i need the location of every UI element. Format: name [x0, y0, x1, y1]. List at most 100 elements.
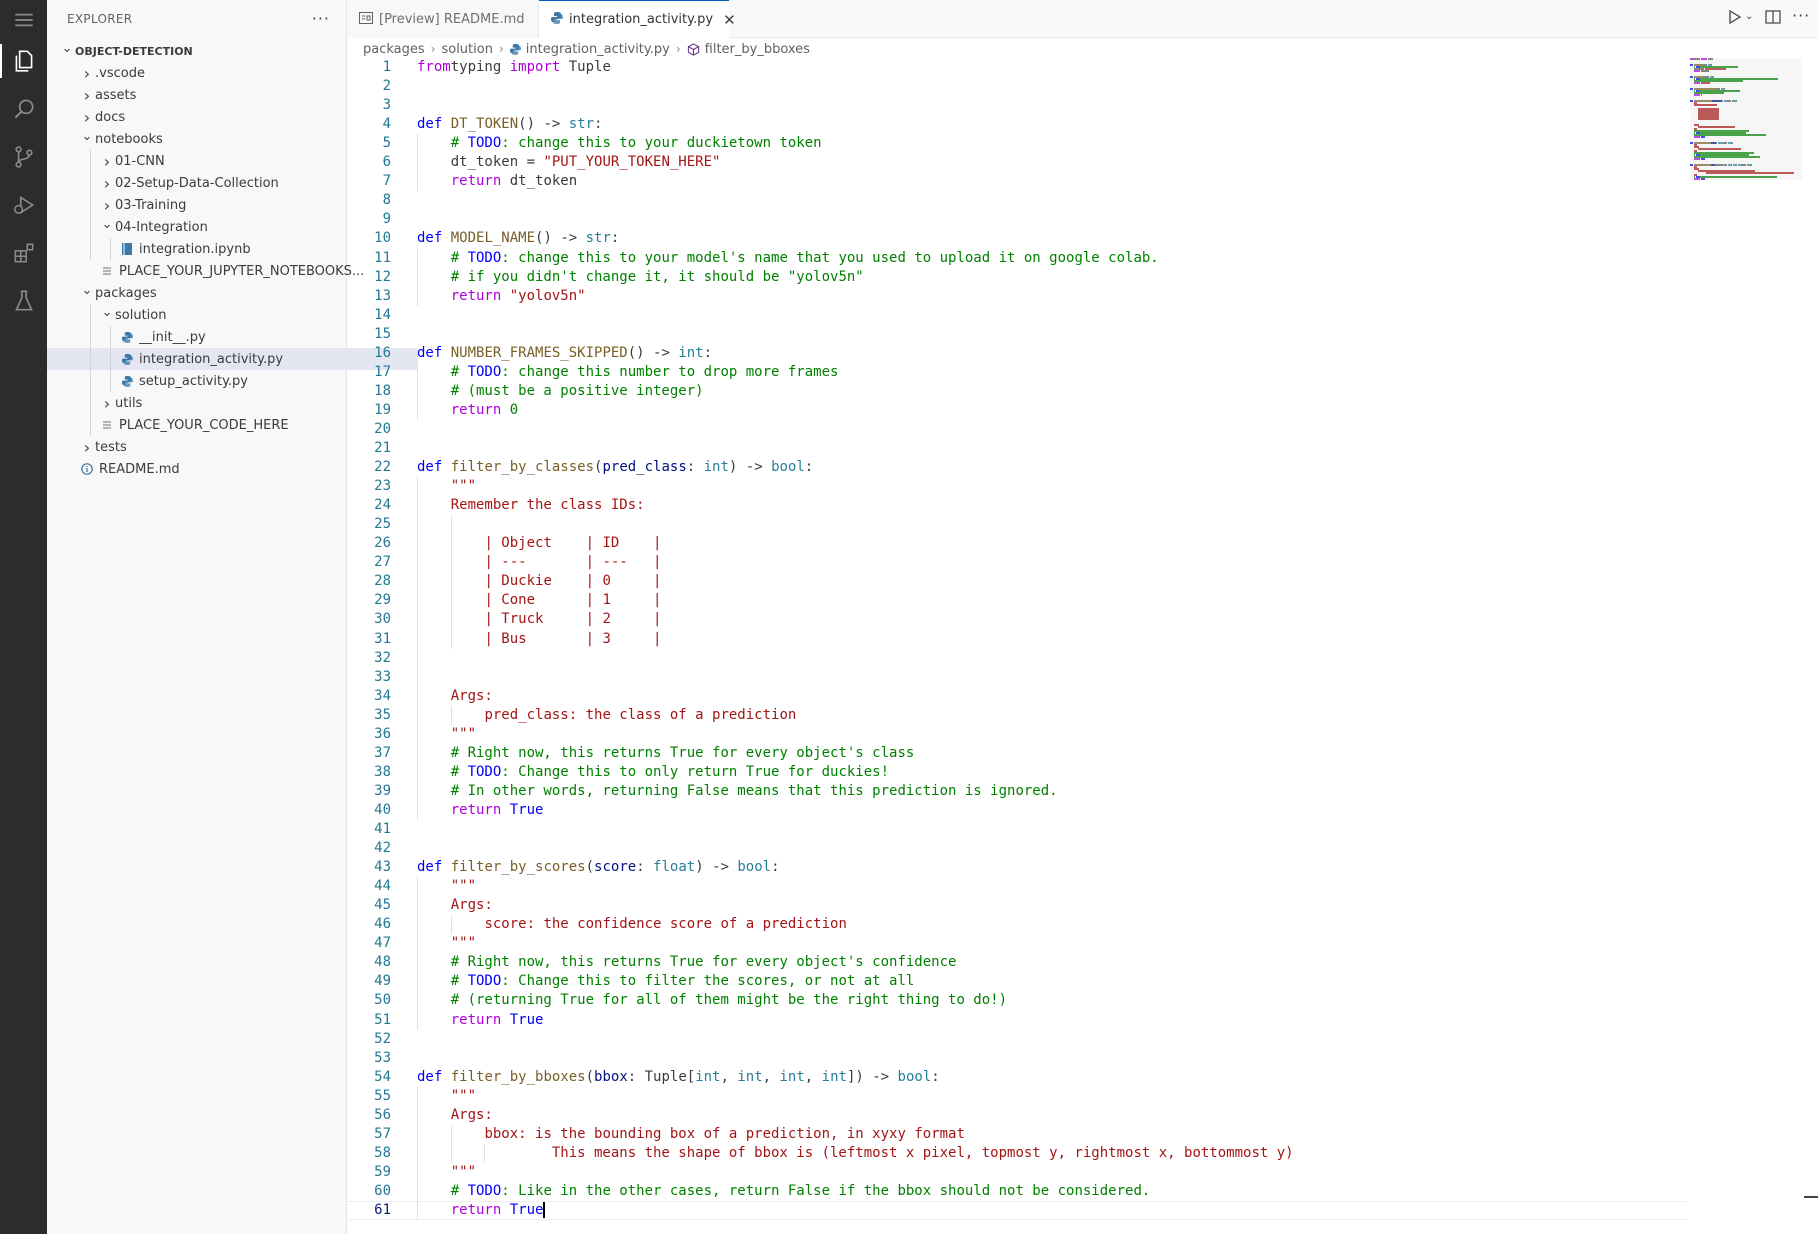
code-line[interactable]: 36 """: [347, 725, 1687, 744]
code-line[interactable]: 15: [347, 325, 1687, 344]
code-line[interactable]: 55 """: [347, 1087, 1687, 1106]
extensions-icon[interactable]: [0, 230, 47, 276]
code-line[interactable]: 22 def filter_by_classes(pred_class: int)…: [347, 458, 1687, 477]
code-line[interactable]: 51 return True: [347, 1011, 1687, 1030]
code-line[interactable]: 40 return True: [347, 801, 1687, 820]
code-line[interactable]: 47 """: [347, 934, 1687, 953]
source-control-icon[interactable]: [0, 134, 47, 180]
tree-folder[interactable]: › utils: [47, 392, 398, 414]
more-actions-icon[interactable]: ···: [1792, 6, 1810, 25]
close-icon[interactable]: ✕: [723, 11, 736, 29]
tab-readme-preview[interactable]: [Preview] README.md: [347, 0, 539, 38]
code-line[interactable]: 21: [347, 439, 1687, 458]
code-line[interactable]: 5 # TODO: change this to your duckietown…: [347, 134, 1687, 153]
code-line[interactable]: 2: [347, 77, 1687, 96]
code-line[interactable]: 60 # TODO: Like in the other cases, retu…: [347, 1182, 1687, 1201]
tree-root[interactable]: ⌄ OBJECT-DETECTION: [47, 40, 358, 62]
code-line[interactable]: 8: [347, 191, 1687, 210]
code-line[interactable]: 26 | Object | ID |: [347, 534, 1687, 553]
code-line[interactable]: 10 def MODEL_NAME() -> str:: [347, 229, 1687, 248]
code-line[interactable]: 61 return True: [347, 1201, 1687, 1220]
code-line[interactable]: 49 # TODO: Change this to filter the sco…: [347, 972, 1687, 991]
code-line[interactable]: 3: [347, 96, 1687, 115]
code-line[interactable]: 4 def DT_TOKEN() -> str:: [347, 115, 1687, 134]
code-line[interactable]: 29 | Cone | 1 |: [347, 591, 1687, 610]
code-line[interactable]: 41: [347, 820, 1687, 839]
tab-integration-activity[interactable]: integration_activity.py ✕: [539, 0, 736, 38]
code-line[interactable]: 54 def filter_by_bboxes(bbox: Tuple[int, …: [347, 1068, 1687, 1087]
tree-file[interactable]: PLACE_YOUR_JUPYTER_NOTEBOOKS...: [47, 260, 398, 282]
more-actions-icon[interactable]: ···: [312, 9, 330, 28]
code-line[interactable]: 35 pred_class: the class of a prediction: [347, 706, 1687, 725]
run-python-file-icon[interactable]: [1728, 9, 1742, 29]
code-line[interactable]: 24 Remember the class IDs:: [347, 496, 1687, 515]
code-line[interactable]: 33: [347, 668, 1687, 687]
run-debug-icon[interactable]: [0, 182, 47, 228]
tree-file[interactable]: PLACE_YOUR_CODE_HERE: [47, 414, 398, 436]
code-line[interactable]: 13 return "yolov5n": [347, 287, 1687, 306]
code-line[interactable]: 56 Args:: [347, 1106, 1687, 1125]
code-line[interactable]: 30 | Truck | 2 |: [347, 610, 1687, 629]
code-line[interactable]: 50 # (returning True for all of them mig…: [347, 991, 1687, 1010]
code-line[interactable]: 27 | --- | --- |: [347, 553, 1687, 572]
breadcrumb-item[interactable]: filter_by_bboxes: [705, 42, 810, 57]
code-line[interactable]: 25: [347, 515, 1687, 534]
minimap[interactable]: [1690, 58, 1802, 188]
code-line[interactable]: 28 | Duckie | 0 |: [347, 572, 1687, 591]
menu-icon[interactable]: [0, 0, 47, 40]
breadcrumb-item[interactable]: packages: [363, 42, 425, 57]
code-line[interactable]: 43 def filter_by_scores(score: float) -> …: [347, 858, 1687, 877]
code-line[interactable]: 39 # In other words, returning False mea…: [347, 782, 1687, 801]
code-line[interactable]: 18 # (must be a positive integer): [347, 382, 1687, 401]
code-line[interactable]: 14: [347, 306, 1687, 325]
code-line[interactable]: 32: [347, 649, 1687, 668]
code-line[interactable]: 6 dt_token = "PUT_YOUR_TOKEN_HERE": [347, 153, 1687, 172]
code-line[interactable]: 57 bbox: is the bounding box of a predic…: [347, 1125, 1687, 1144]
testing-flask-icon[interactable]: [0, 278, 47, 324]
code-line[interactable]: 42: [347, 839, 1687, 858]
code-line[interactable]: 20: [347, 420, 1687, 439]
code-line[interactable]: 53: [347, 1049, 1687, 1068]
tree-folder[interactable]: › .vscode: [47, 62, 378, 84]
tree-folder[interactable]: › 02-Setup-Data-Collection: [47, 172, 398, 194]
code-line[interactable]: 37 # Right now, this returns True for ev…: [347, 744, 1687, 763]
tree-folder[interactable]: ⌄ packages: [47, 282, 378, 304]
code-line[interactable]: 38 # TODO: Change this to only return Tr…: [347, 763, 1687, 782]
explorer-icon[interactable]: [0, 38, 47, 84]
search-icon[interactable]: [0, 86, 47, 132]
breadcrumb-item[interactable]: solution: [441, 42, 492, 57]
code-line[interactable]: 23 """: [347, 477, 1687, 496]
breadcrumb-item[interactable]: integration_activity.py: [526, 42, 670, 57]
tree-folder[interactable]: ⌄ notebooks: [47, 128, 378, 150]
tree-folder[interactable]: › tests: [47, 436, 378, 458]
code-line[interactable]: 44 """: [347, 877, 1687, 896]
code-line[interactable]: 48 # Right now, this returns True for ev…: [347, 953, 1687, 972]
tree-folder[interactable]: ⌄ 04-Integration: [47, 216, 398, 238]
tree-folder[interactable]: › 01-CNN: [47, 150, 398, 172]
code-line[interactable]: 59 """: [347, 1163, 1687, 1182]
code-line[interactable]: 45 Args:: [347, 896, 1687, 915]
code-token: #: [450, 363, 468, 380]
code-line[interactable]: 11 # TODO: change this to your model's n…: [347, 249, 1687, 268]
code-line[interactable]: 31 | Bus | 3 |: [347, 630, 1687, 649]
code-line[interactable]: 17 # TODO: change this number to drop mo…: [347, 363, 1687, 382]
code-line[interactable]: 52: [347, 1030, 1687, 1049]
tree-folder[interactable]: › docs: [47, 106, 378, 128]
tree-folder[interactable]: › 03-Training: [47, 194, 398, 216]
code-editor[interactable]: 1 fromtyping import Tuple 2 3 4 def DT_TOKEN(…: [347, 58, 1687, 1234]
code-line[interactable]: 1 fromtyping import Tuple: [347, 58, 1687, 77]
tree-folder[interactable]: ⌄ solution: [47, 304, 398, 326]
chevron-down-icon[interactable]: ⌄: [1745, 11, 1753, 22]
code-line[interactable]: 7 return dt_token: [347, 172, 1687, 191]
tree-file[interactable]: README.md: [47, 458, 378, 480]
code-line[interactable]: 9: [347, 210, 1687, 229]
tree-folder[interactable]: › assets: [47, 84, 378, 106]
split-editor-icon[interactable]: [1765, 9, 1781, 29]
code-line[interactable]: 16 def NUMBER_FRAMES_SKIPPED() -> int:: [347, 344, 1687, 363]
code-line[interactable]: 58 This means the shape of bbox is (left…: [347, 1144, 1687, 1163]
code-line[interactable]: 46 score: the confidence score of a pred…: [347, 915, 1687, 934]
line-number: 38: [374, 763, 391, 780]
code-line[interactable]: 19 return 0: [347, 401, 1687, 420]
code-line[interactable]: 34 Args:: [347, 687, 1687, 706]
code-line[interactable]: 12 # if you didn't change it, it should …: [347, 268, 1687, 287]
